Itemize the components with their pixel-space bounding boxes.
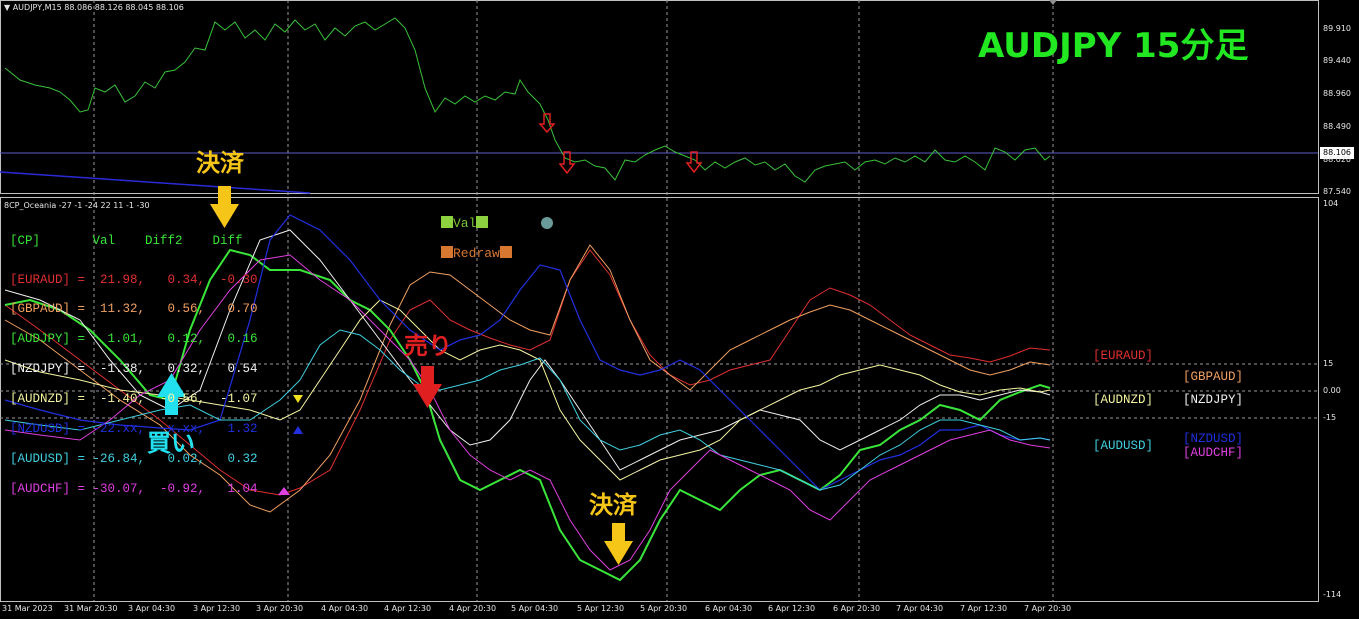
time-label: 6 Apr 12:30 [768, 604, 816, 613]
right-label-audusd: [AUDUSD] [1093, 439, 1154, 453]
right-label-nzdusd: [NZDUSD] [1183, 432, 1244, 446]
settle-arrow-icon [604, 523, 633, 565]
time-label: 7 Apr 04:30 [896, 604, 944, 613]
time-label: 5 Apr 20:30 [640, 604, 688, 613]
indicator-header: 8CP_Oceania -27 -1 -24 22 11 -1 -30 [4, 201, 150, 210]
current-price-label: 88.106 [1323, 148, 1351, 157]
buy-annotation: 買い [147, 429, 195, 457]
right-label-euraud: [EURAUD] [1093, 349, 1154, 363]
trend-line [0, 171, 311, 194]
time-label: 31 Mar 2023 [2, 604, 53, 613]
val-button[interactable]: Val [441, 216, 489, 231]
table-row-euraud: [EURAUD] = 21.98, 0.34, -0.30 [10, 273, 258, 287]
time-label: 3 Apr 20:30 [256, 604, 304, 613]
vertical-grid [93, 0, 1054, 601]
dropdown-triangle-icon[interactable]: ▼ [4, 3, 10, 12]
redraw-button[interactable]: Redraw [441, 246, 512, 261]
table-row-audnzd: [AUDNZD] = -1.40, -0.56, -1.07 [10, 392, 258, 406]
price-label: 89.910 [1323, 24, 1351, 33]
price-label: 88.960 [1323, 89, 1351, 98]
axis-label-bottom: -114 [1323, 590, 1342, 599]
time-label: 31 Mar 20:30 [64, 604, 118, 613]
time-label: 3 Apr 12:30 [193, 604, 241, 613]
symbol-info: AUDJPY,M15 88.086 88.126 88.045 88.106 [12, 3, 184, 12]
settle-annotation: 決済 [589, 491, 637, 519]
price-label: 89.440 [1323, 56, 1351, 65]
right-label-audnzd: [AUDNZD] [1093, 393, 1154, 407]
table-row-audchf: [AUDCHF] = -30.07, -0.92, 1.04 [10, 482, 258, 496]
table-row-gbpaud: [GBPAUD] = 11.32, 0.56, 0.70 [10, 302, 258, 316]
right-label-nzdjpy: [NZDJPY] [1183, 393, 1244, 407]
price-label: 88.490 [1323, 122, 1351, 131]
price-header: ▼ AUDJPY,M15 88.086 88.126 88.045 88.106 [4, 3, 184, 12]
settle-annotation: 決済 [196, 149, 244, 177]
time-label: 5 Apr 12:30 [577, 604, 625, 613]
sell-signal-icons [538, 113, 703, 175]
down-triangle-icon [293, 395, 303, 403]
settle-arrow-icon [210, 186, 239, 228]
up-triangle-icon [293, 426, 303, 434]
audjpy-line [4, 248, 1051, 582]
status-dot [541, 217, 553, 229]
axis-label-top: 104 [1323, 199, 1339, 208]
time-label: 7 Apr 20:30 [1024, 604, 1072, 613]
time-label: 7 Apr 12:30 [960, 604, 1008, 613]
table-row-audjpy: [AUDJPY] = 1.01, 0.12, 0.16 [10, 332, 258, 346]
table-header: [CP] Val Diff2 Diff [10, 234, 243, 248]
axis-label-zero: 0.00 [1323, 386, 1341, 395]
time-label: 4 Apr 12:30 [384, 604, 432, 613]
time-label: 6 Apr 20:30 [833, 604, 881, 613]
time-label: 5 Apr 04:30 [511, 604, 559, 613]
val-button-label: Val [453, 216, 477, 231]
table-row-audusd: [AUDUSD] = -26.84, 0.02, 0.32 [10, 452, 258, 466]
time-label: 6 Apr 04:30 [705, 604, 753, 613]
shift-marker-icon [1049, 0, 1057, 5]
time-label: 4 Apr 20:30 [449, 604, 497, 613]
sell-annotation: 売り [404, 332, 452, 360]
axis-label-upper: 15 [1323, 359, 1334, 368]
redraw-button-label: Redraw [453, 246, 500, 261]
right-label-audchf: [AUDCHF] [1183, 446, 1244, 460]
table-row-nzdusd: [NZDUSD] = -22.xx, -x.xx, 1.32 [10, 422, 258, 436]
right-label-gbpaud: [GBPAUD] [1183, 370, 1244, 384]
price-label: 87.540 [1323, 187, 1351, 196]
time-label: 3 Apr 04:30 [128, 604, 176, 613]
price-line [4, 17, 1051, 183]
axis-label-lower: -15 [1323, 413, 1337, 422]
table-row-nzdjpy: [NZDJPY] = -1.38, 0.32, 0.54 [10, 362, 258, 376]
chart-title: AUDJPY 15分足 [978, 26, 1249, 66]
sell-arrow-icon [413, 366, 442, 408]
time-label: 4 Apr 04:30 [321, 604, 369, 613]
